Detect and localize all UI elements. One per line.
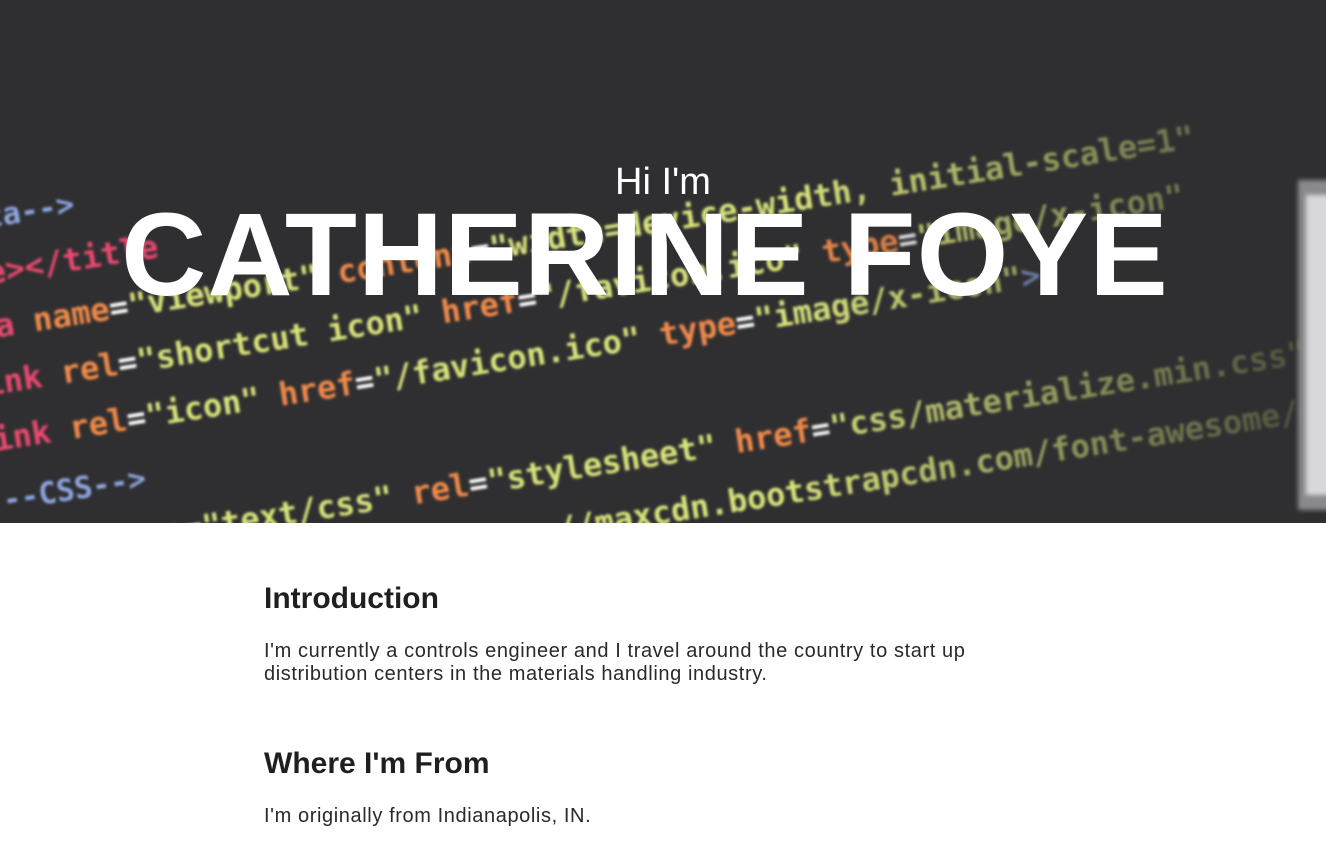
section-heading: Where I'm From bbox=[264, 747, 490, 780]
section-heading: Introduction bbox=[264, 582, 439, 615]
section-body: I'm originally from Indianapolis, IN. bbox=[264, 805, 592, 827]
main-content: Introduction I'm currently a controls en… bbox=[0, 523, 1326, 868]
section-body: I'm currently a controls engineer and I … bbox=[264, 640, 966, 685]
hero-banner: meta--> le></title ta name="viewport" co… bbox=[0, 0, 1326, 523]
where-from-section: Where I'm From I'm originally from India… bbox=[264, 746, 1024, 828]
hero-name: CATHERINE FOYE bbox=[121, 189, 1169, 321]
introduction-section: Introduction I'm currently a controls en… bbox=[264, 581, 1024, 686]
monitor-edge-highlight bbox=[1306, 195, 1326, 495]
